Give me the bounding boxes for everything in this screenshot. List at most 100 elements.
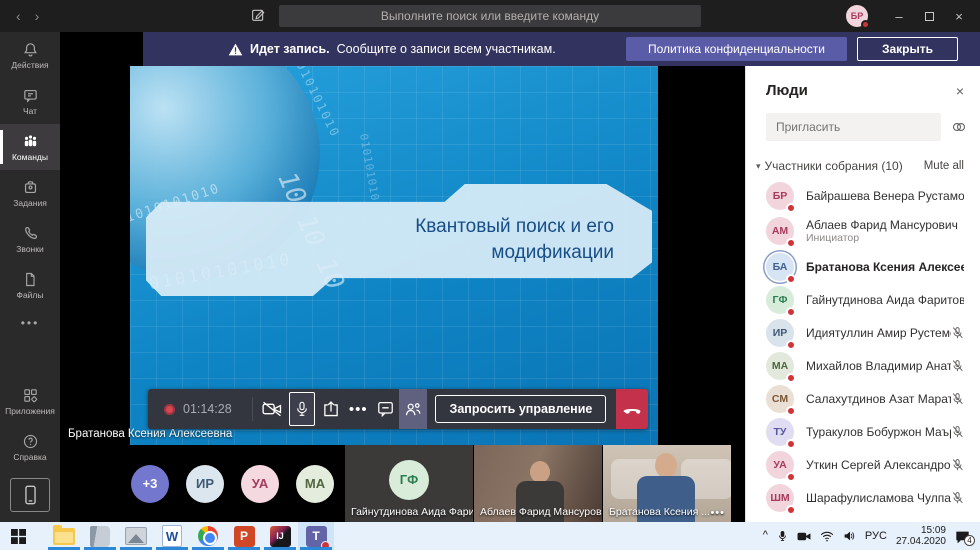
tray-chevron-icon[interactable]: ^ (763, 529, 768, 541)
notification-center-icon[interactable]: 4 (955, 530, 970, 543)
taskbar-app-ide[interactable]: IJ (262, 522, 298, 550)
sidebar-item-chat[interactable]: Чат (0, 78, 60, 124)
meeting-timer: 01:14:28 (183, 402, 232, 416)
muted-mic-icon[interactable] (951, 425, 964, 439)
participant-avatar[interactable]: ИР (186, 465, 224, 503)
taskbar-app-teams[interactable]: T (298, 522, 334, 550)
participant-row[interactable]: СМ Салахутдинов Азат Марато... (746, 382, 980, 415)
sidebar-item-activity[interactable]: Действия (0, 32, 60, 78)
taskbar-app-photos[interactable] (118, 522, 154, 550)
clock-time: 15:09 (896, 525, 946, 537)
mute-all-button[interactable]: Mute all (924, 160, 964, 172)
muted-mic-icon[interactable] (951, 458, 964, 472)
search-input[interactable] (279, 5, 701, 27)
back-icon[interactable]: ‹ (16, 8, 21, 24)
privacy-policy-button[interactable]: Политика конфиденциальности (626, 37, 847, 61)
user-avatar-initials: БР (851, 11, 863, 21)
participant-role: Инициатор (806, 232, 958, 245)
ide-icon: IJ (270, 526, 291, 547)
overflow-participants-avatar[interactable]: +3 (131, 465, 169, 503)
tray-mic-icon[interactable] (777, 530, 788, 543)
teams-app-icon: T (306, 526, 327, 547)
taskbar-app-explorer[interactable] (46, 522, 82, 550)
tile-more-icon[interactable]: ••• (710, 507, 725, 519)
maximize-icon (925, 12, 934, 21)
sidebar-item-teams[interactable]: Команды (0, 124, 60, 170)
language-indicator[interactable]: РУС (865, 530, 887, 542)
participant-video-tile[interactable]: Аблаев Фарид Мансуров... (474, 445, 602, 522)
participant-tile-name: Аблаев Фарид Мансуров... (480, 506, 602, 518)
user-avatar[interactable]: БР (846, 5, 868, 27)
taskbar-app-chrome[interactable] (190, 522, 226, 550)
participant-video-tile[interactable]: Братанова Ксения ... ••• (603, 445, 731, 522)
muted-mic-icon[interactable] (951, 491, 964, 505)
dismiss-banner-button[interactable]: Закрыть (857, 37, 958, 61)
sidebar-item-help[interactable]: Справка (0, 424, 60, 470)
muted-mic-icon[interactable] (951, 359, 964, 373)
sidebar-item-assignments[interactable]: Задания (0, 170, 60, 216)
taskbar-app-powerpoint[interactable]: P (226, 522, 262, 550)
microphone-button[interactable] (289, 392, 315, 426)
taskbar-app-notebook[interactable] (82, 522, 118, 550)
request-control-button[interactable]: Запросить управление (435, 395, 606, 423)
more-actions-button[interactable]: ••• (345, 389, 372, 429)
slide-title: Квантовый поиск и его модификации (392, 214, 652, 265)
avatar-initials: АМ (772, 225, 788, 237)
muted-mic-icon[interactable] (951, 392, 964, 406)
new-chat-icon[interactable] (250, 7, 266, 23)
tray-wifi-icon[interactable] (820, 531, 834, 542)
close-window-button[interactable]: × (944, 0, 974, 32)
sidebar-item-calls[interactable]: Звонки (0, 216, 60, 262)
start-button[interactable] (0, 522, 36, 550)
participant-row[interactable]: УА Уткин Сергей Александров... (746, 448, 980, 481)
forward-icon[interactable]: › (35, 8, 40, 24)
participant-row[interactable]: АМ Аблаев Фарид Мансурович Инициатор (746, 212, 980, 250)
muted-mic-icon[interactable] (951, 326, 964, 340)
copy-link-icon[interactable] (951, 120, 967, 134)
chat-toggle-button[interactable] (372, 389, 399, 429)
participant-row[interactable]: ГФ Гайнутдинова Аида Фаритовна (746, 283, 980, 316)
participant-row[interactable]: ТУ Туракулов Бобуржон Маър... (746, 415, 980, 448)
participants-toggle-button[interactable] (399, 389, 428, 429)
maximize-button[interactable] (914, 0, 944, 32)
participant-row[interactable]: ШМ Шарафулисламова Чулпан ... (746, 481, 980, 514)
teams-glyph: T (312, 529, 319, 543)
participants-section-header[interactable]: ▾ Участники собрания (10) Mute all (746, 151, 980, 179)
participant-avatar[interactable]: УА (241, 465, 279, 503)
participant-row[interactable]: БР Байрашева Венера Рустамовна (746, 179, 980, 212)
avatar-initials: СМ (772, 393, 788, 405)
participants-section-label: Участники собрания (10) (765, 159, 903, 173)
avatar: АМ (766, 217, 794, 245)
participant-row[interactable]: БА Братанова Ксения Алексеевна (746, 250, 980, 283)
sidebar-item-apps[interactable]: Приложения (0, 378, 60, 424)
presenter-name-overlay: Братанова Ксения Алексеевна (68, 428, 232, 440)
people-panel-title: Люди (766, 82, 808, 99)
participant-row[interactable]: ИР Идиятуллин Амир Рустемо... (746, 316, 980, 349)
camera-off-button[interactable] (258, 389, 285, 429)
participant-row[interactable]: МА Михайлов Владимир Анато... (746, 349, 980, 382)
sidebar-more-button[interactable]: ••• (0, 308, 60, 338)
invite-input[interactable] (766, 113, 941, 141)
share-screen-button[interactable] (318, 389, 345, 429)
participant-tile[interactable]: ГФ Гайнутдинова Аида Фари... (345, 445, 473, 522)
participant-name: Салахутдинов Азат Марато... (806, 392, 951, 406)
slide-binary-decoration: 010101010 (357, 133, 382, 203)
teams-presence-dot (321, 541, 330, 550)
help-icon (22, 433, 39, 450)
mobile-app-button[interactable] (10, 478, 50, 512)
avatar: СМ (766, 385, 794, 413)
participant-avatar[interactable]: МА (296, 465, 334, 503)
file-icon (22, 271, 38, 288)
minimize-button[interactable]: – (884, 0, 914, 32)
sidebar-label: Чат (23, 106, 37, 116)
sidebar-label: Действия (11, 60, 48, 70)
sidebar-item-files[interactable]: Файлы (0, 262, 60, 308)
taskbar-app-word[interactable]: W (154, 522, 190, 550)
avatar: ТУ (766, 418, 794, 446)
tray-speaker-icon[interactable] (843, 530, 856, 542)
close-panel-icon[interactable]: × (956, 83, 964, 99)
avatar: МА (766, 352, 794, 380)
hang-up-button[interactable] (616, 389, 648, 429)
clock[interactable]: 15:09 27.04.2020 (896, 525, 946, 548)
tray-camera-icon[interactable] (797, 531, 811, 542)
